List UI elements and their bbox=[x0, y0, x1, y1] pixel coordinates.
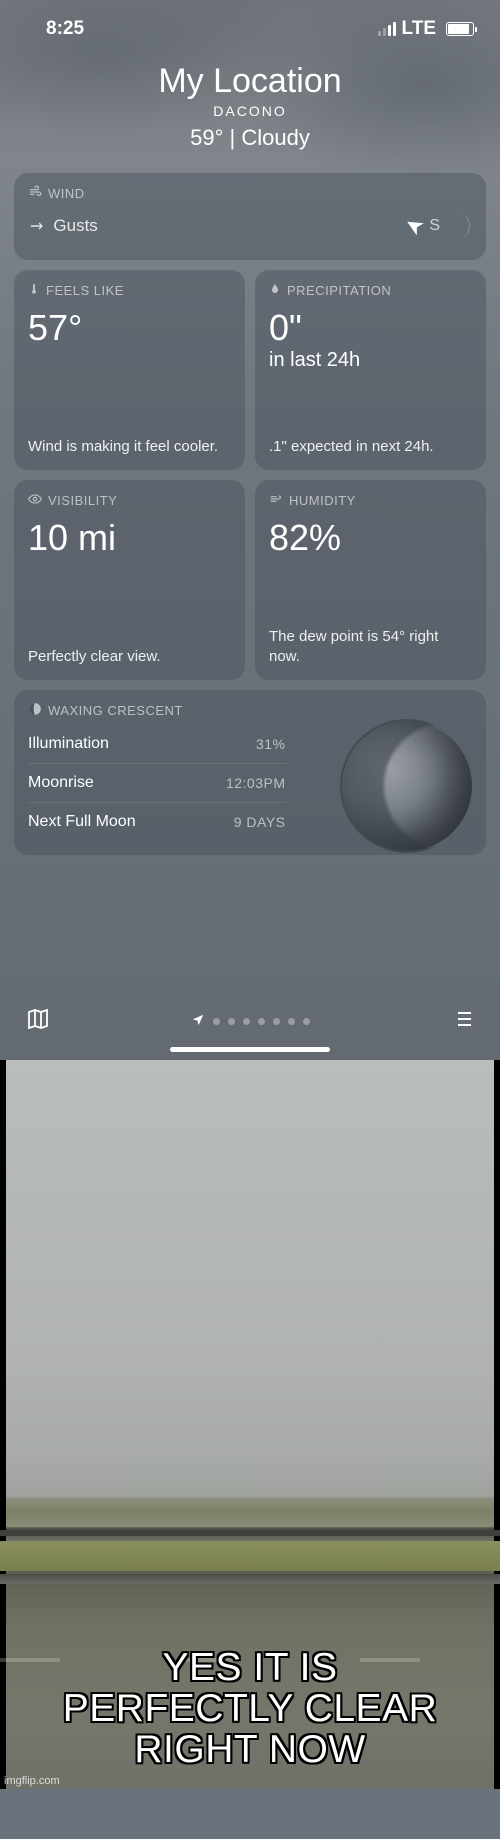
moon-row-key: Next Full Moon bbox=[28, 813, 136, 831]
location-summary: 59° | Cloudy bbox=[0, 125, 500, 151]
precipitation-value: 0" bbox=[269, 307, 472, 349]
status-bar: 8:25 LTE bbox=[0, 0, 500, 40]
humidity-label: HUMIDITY bbox=[289, 493, 356, 508]
map-button[interactable] bbox=[26, 1007, 50, 1036]
moon-row-key: Moonrise bbox=[28, 774, 94, 792]
feels-like-label: FEELS LIKE bbox=[46, 283, 124, 298]
page-indicator[interactable] bbox=[191, 1013, 310, 1030]
precipitation-subvalue: in last 24h bbox=[269, 349, 472, 372]
humidity-note: The dew point is 54° right now. bbox=[269, 627, 472, 666]
precipitation-card[interactable]: PRECIPITATION 0" in last 24h .1" expecte… bbox=[255, 270, 486, 470]
moon-phase-icon bbox=[28, 702, 42, 719]
location-title: My Location bbox=[0, 62, 500, 101]
moon-row-val: 9 DAYS bbox=[234, 814, 286, 830]
humidity-icon bbox=[269, 492, 283, 509]
moon-row-key: Illumination bbox=[28, 735, 109, 753]
status-time: 8:25 bbox=[46, 18, 84, 40]
moon-row-val: 31% bbox=[256, 736, 286, 752]
network-label: LTE bbox=[402, 18, 436, 40]
precipitation-label: PRECIPITATION bbox=[287, 283, 391, 298]
wind-card[interactable]: WIND ↗ Gusts ➤ S bbox=[14, 173, 486, 260]
wind-label: WIND bbox=[48, 186, 85, 201]
list-button[interactable] bbox=[450, 1007, 474, 1036]
watermark: imgflip.com bbox=[4, 1775, 60, 1787]
visibility-value: 10 mi bbox=[28, 517, 231, 559]
gust-arrow-icon: ↗ bbox=[25, 214, 49, 238]
moon-card[interactable]: WAXING CRESCENT Illumination 31% Moonris… bbox=[14, 690, 486, 855]
moon-illustration bbox=[342, 721, 472, 851]
battery-icon bbox=[446, 22, 474, 36]
humidity-card[interactable]: HUMIDITY 82% The dew point is 54° right … bbox=[255, 480, 486, 680]
visibility-note: Perfectly clear view. bbox=[28, 647, 231, 667]
status-right: LTE bbox=[378, 18, 474, 40]
bottom-toolbar bbox=[0, 1007, 500, 1036]
humidity-value: 82% bbox=[269, 517, 472, 559]
cellular-signal-icon bbox=[378, 22, 396, 36]
location-arrow-icon bbox=[191, 1013, 205, 1030]
foggy-road-photo: YES IT IS PERFECTLY CLEAR RIGHT NOW imgf… bbox=[0, 1060, 500, 1789]
wind-icon bbox=[28, 185, 42, 202]
eye-icon bbox=[28, 492, 42, 509]
moon-row-moonrise: Moonrise 12:03PM bbox=[28, 764, 286, 803]
moon-row-illumination: Illumination 31% bbox=[28, 725, 286, 764]
precipitation-note: .1" expected in next 24h. bbox=[269, 437, 472, 457]
weather-app-screen: 8:25 LTE My Location DACONO 59° | Cloudy… bbox=[0, 0, 500, 1060]
feels-like-note: Wind is making it feel cooler. bbox=[28, 437, 231, 457]
caption-line-2: PERFECTLY CLEAR RIGHT NOW bbox=[8, 1689, 492, 1771]
visibility-label: VISIBILITY bbox=[48, 493, 117, 508]
wind-compass: ➤ S bbox=[405, 212, 470, 240]
feels-like-card[interactable]: FEELS LIKE 57° Wind is making it feel co… bbox=[14, 270, 245, 470]
thermometer-icon bbox=[28, 282, 40, 299]
compass-direction: S bbox=[429, 217, 440, 235]
gusts-label: Gusts bbox=[53, 216, 97, 236]
visibility-card[interactable]: VISIBILITY 10 mi Perfectly clear view. bbox=[14, 480, 245, 680]
location-subtitle: DACONO bbox=[0, 103, 500, 119]
moon-row-val: 12:03PM bbox=[226, 775, 286, 791]
caption-line-1: YES IT IS bbox=[8, 1648, 492, 1689]
compass-arrow-icon: ➤ bbox=[400, 210, 429, 242]
feels-like-value: 57° bbox=[28, 307, 231, 349]
home-indicator[interactable] bbox=[170, 1047, 330, 1052]
moon-row-nextfull: Next Full Moon 9 DAYS bbox=[28, 803, 286, 841]
moon-phase-label: WAXING CRESCENT bbox=[48, 703, 183, 718]
meme-caption: YES IT IS PERFECTLY CLEAR RIGHT NOW bbox=[0, 1648, 500, 1771]
location-header: My Location DACONO 59° | Cloudy bbox=[0, 62, 500, 151]
droplet-icon bbox=[269, 282, 281, 299]
